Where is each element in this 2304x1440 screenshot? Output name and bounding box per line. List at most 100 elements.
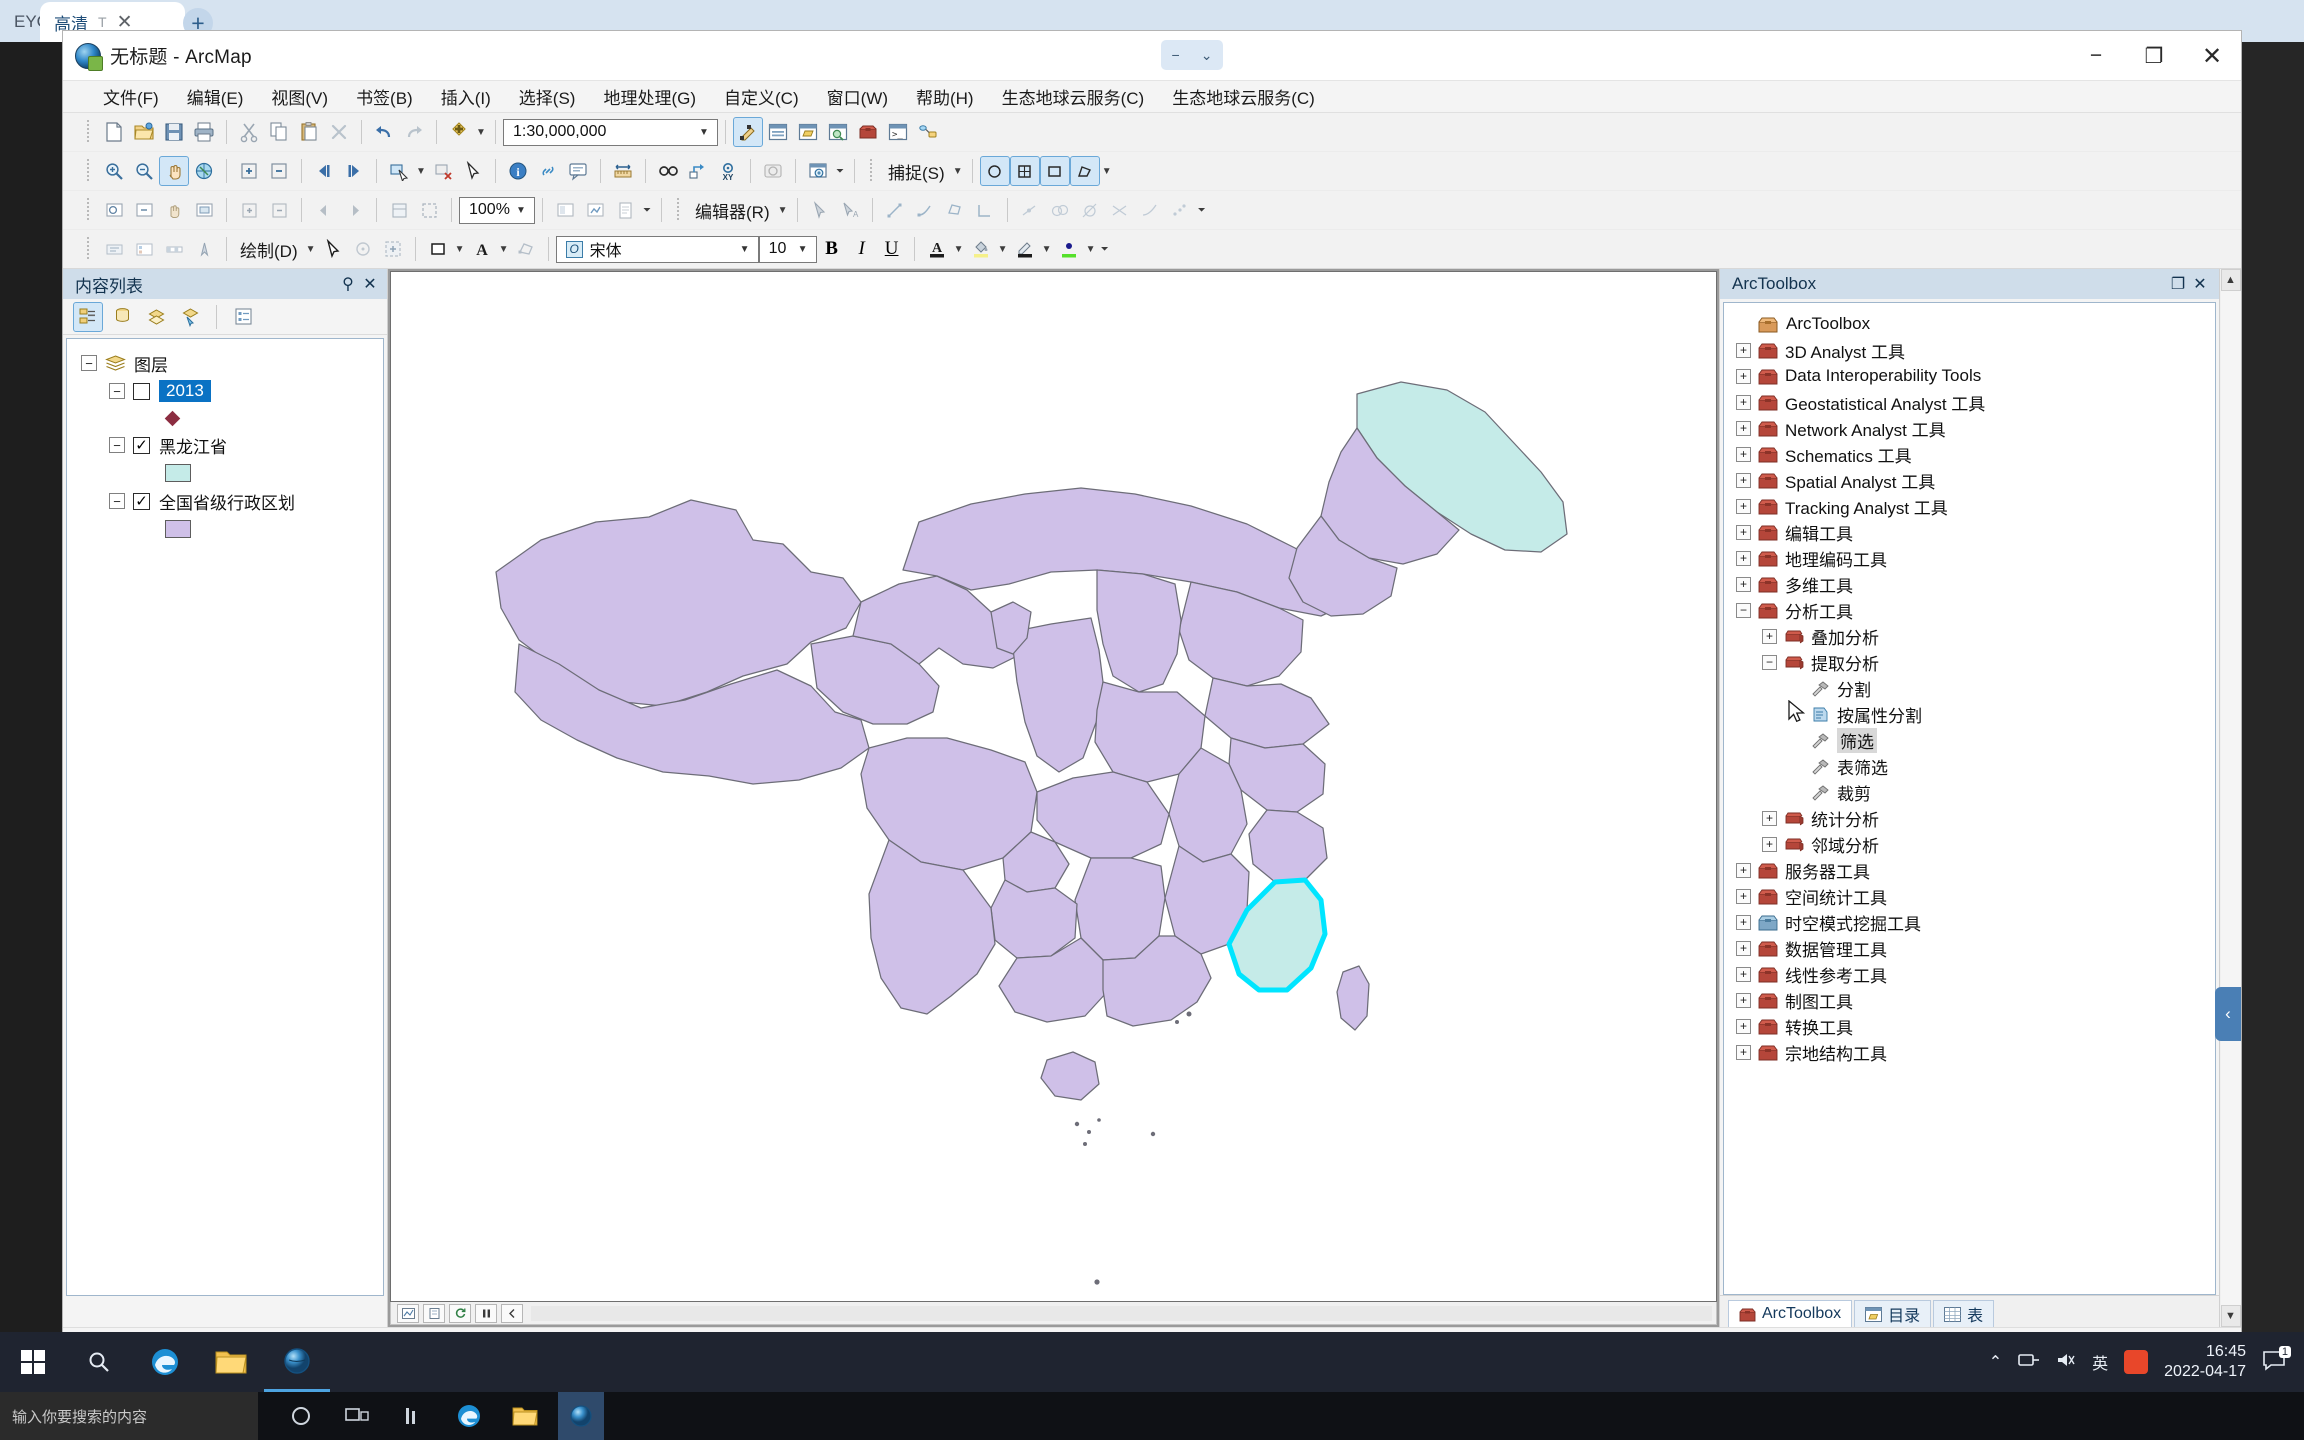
expander-icon[interactable]: + <box>1736 446 1751 462</box>
expander-icon[interactable]: + <box>1736 498 1751 514</box>
intersection-icon[interactable] <box>1105 195 1135 225</box>
edit-annotation-tool-icon[interactable]: A <box>835 195 865 225</box>
toolbox-node[interactable]: + 转换工具 <box>1724 1013 2215 1039</box>
expander-icon[interactable]: + <box>1736 472 1751 488</box>
chevron-down-icon[interactable]: ▼ <box>1100 157 1114 185</box>
list-by-source-icon[interactable] <box>107 302 137 332</box>
font-size-combo[interactable]: 10 ▼ <box>758 235 817 263</box>
expander-icon[interactable]: − <box>109 493 125 509</box>
tab-table[interactable]: 表 <box>1933 1300 1995 1327</box>
chevron-down-icon[interactable]: ▼ <box>736 244 754 255</box>
scroll-left-icon[interactable] <box>501 1303 523 1323</box>
toolbox-node[interactable]: + Tracking Analyst 工具 <box>1724 493 2215 519</box>
data-view-icon[interactable] <box>397 1303 419 1323</box>
toolbox-node[interactable]: + 数据管理工具 <box>1724 935 2215 961</box>
toolbox-node[interactable]: + 叠加分析 <box>1724 623 2215 649</box>
close-button[interactable]: ✕ <box>2183 31 2241 81</box>
layout-prev-extent-icon[interactable] <box>309 195 339 225</box>
edit-tool-icon[interactable] <box>805 195 835 225</box>
chevron-down-icon[interactable]: ▼ <box>414 157 428 185</box>
toc-layer-heilongjiang[interactable]: − ✓ 黑龙江省 <box>67 431 383 459</box>
italic-button[interactable]: I <box>847 234 877 264</box>
paste-icon[interactable] <box>294 117 324 147</box>
toc-options-icon[interactable] <box>228 302 258 332</box>
menu-item-bookmarks[interactable]: 书签(B) <box>342 81 427 113</box>
toolbox-node[interactable]: + 线性参考工具 <box>1724 961 2215 987</box>
right-scrollbar[interactable]: ▲ ▼ <box>2219 269 2241 1327</box>
menu-item-geoprocessing[interactable]: 地理处理(G) <box>589 81 710 113</box>
next-extent-icon[interactable] <box>339 156 369 186</box>
trace-tool-icon[interactable] <box>940 195 970 225</box>
layout-next-extent-icon[interactable] <box>339 195 369 225</box>
tangent-curve-icon[interactable] <box>1135 195 1165 225</box>
toolbar-grip[interactable] <box>86 159 92 183</box>
overflow-chevron-icon[interactable]: ⏷ <box>833 157 847 185</box>
distance-distance-icon[interactable] <box>1045 195 1075 225</box>
editor-toolbar-icon[interactable] <box>733 117 763 147</box>
list-by-visibility-icon[interactable] <box>141 302 171 332</box>
layer-visibility-checkbox[interactable] <box>133 382 150 400</box>
chevron-down-icon[interactable]: ▼ <box>453 235 467 263</box>
chevron-down-icon[interactable]: ▼ <box>304 235 318 263</box>
chevron-down-icon[interactable]: ⌄ <box>1201 47 1213 64</box>
chevron-down-icon[interactable]: ▼ <box>794 244 812 255</box>
list-by-drawing-order-icon[interactable] <box>73 301 103 332</box>
search-icon[interactable] <box>823 117 853 147</box>
arcmap-icon[interactable] <box>558 1392 604 1440</box>
toolbox-node[interactable]: + 多维工具 <box>1724 571 2215 597</box>
expander-icon[interactable]: − <box>109 437 125 453</box>
marker-color-icon[interactable] <box>1054 234 1084 264</box>
endpoint-arc-icon[interactable] <box>910 195 940 225</box>
search-icon[interactable] <box>66 1332 132 1392</box>
hyperlink-icon[interactable] <box>533 156 563 186</box>
toolbox-node[interactable]: + Network Analyst 工具 <box>1724 415 2215 441</box>
expander-icon[interactable]: − <box>109 383 125 399</box>
chevron-down-icon[interactable]: ▼ <box>1040 235 1054 263</box>
menu-item-selection[interactable]: 选择(S) <box>505 81 590 113</box>
explorer-icon[interactable] <box>502 1392 548 1440</box>
layout-pan-icon[interactable] <box>159 195 189 225</box>
layout-view-icon[interactable] <box>423 1303 445 1323</box>
clear-selection-icon[interactable] <box>428 156 458 186</box>
menu-item-eco-cloud-2[interactable]: 生态地球云服务(C) <box>1158 81 1329 113</box>
expander-icon[interactable]: + <box>1736 1044 1751 1060</box>
north-arrow-tool-icon[interactable] <box>189 234 219 264</box>
refresh-icon[interactable] <box>449 1303 471 1323</box>
edge-icon[interactable] <box>446 1392 492 1440</box>
toolbar-grip[interactable] <box>869 159 875 183</box>
measure-icon[interactable] <box>608 156 638 186</box>
toolbox-node[interactable]: + Geostatistical Analyst 工具 <box>1724 389 2215 415</box>
new-document-icon[interactable] <box>99 117 129 147</box>
previous-extent-icon[interactable] <box>309 156 339 186</box>
layer-visibility-checkbox[interactable]: ✓ <box>133 492 150 510</box>
toolbar-grip[interactable] <box>86 120 92 144</box>
expander-icon[interactable]: + <box>1736 1018 1751 1034</box>
straight-segment-icon[interactable] <box>880 195 910 225</box>
tab-close-icon[interactable]: ✕ <box>117 13 133 32</box>
menu-item-windows[interactable]: 窗口(W) <box>813 81 902 113</box>
map-horizontal-scrollbar[interactable] <box>390 1302 1717 1325</box>
save-icon[interactable] <box>159 117 189 147</box>
chevron-down-icon[interactable]: ▼ <box>695 127 713 138</box>
font-family-combo[interactable]: O 宋体 ▼ <box>555 235 759 263</box>
toolbox-node[interactable]: − 提取分析 <box>1724 649 2215 675</box>
edit-vertices-icon[interactable] <box>511 234 541 264</box>
toolbox-node[interactable]: + 时空模式挖掘工具 <box>1724 909 2215 935</box>
chevron-down-icon[interactable]: ▼ <box>776 196 790 224</box>
cut-icon[interactable] <box>234 117 264 147</box>
point-snap-icon[interactable] <box>979 156 1010 186</box>
toolbar-grip[interactable] <box>86 198 92 222</box>
restore-minimize-icon[interactable]: − <box>1172 47 1180 63</box>
legend-tool-icon[interactable] <box>129 234 159 264</box>
search-input[interactable]: 输入你要搜索的内容 <box>0 1392 258 1440</box>
table-of-contents-icon[interactable] <box>763 117 793 147</box>
chevron-down-icon[interactable]: ▼ <box>952 235 966 263</box>
ime-icon[interactable]: 英 <box>2092 1350 2108 1374</box>
tab-arctoolbox[interactable]: ArcToolbox <box>1728 1300 1853 1327</box>
window-restore-group[interactable]: − ⌄ <box>1161 40 1223 70</box>
toolbox-node[interactable]: + 空间统计工具 <box>1724 883 2215 909</box>
toolbox-node[interactable]: 筛选 <box>1724 727 2215 753</box>
scrollbar-track[interactable] <box>2220 291 2241 1305</box>
expander-icon[interactable]: + <box>1736 420 1751 436</box>
toolbox-node[interactable]: + 宗地结构工具 <box>1724 1039 2215 1065</box>
